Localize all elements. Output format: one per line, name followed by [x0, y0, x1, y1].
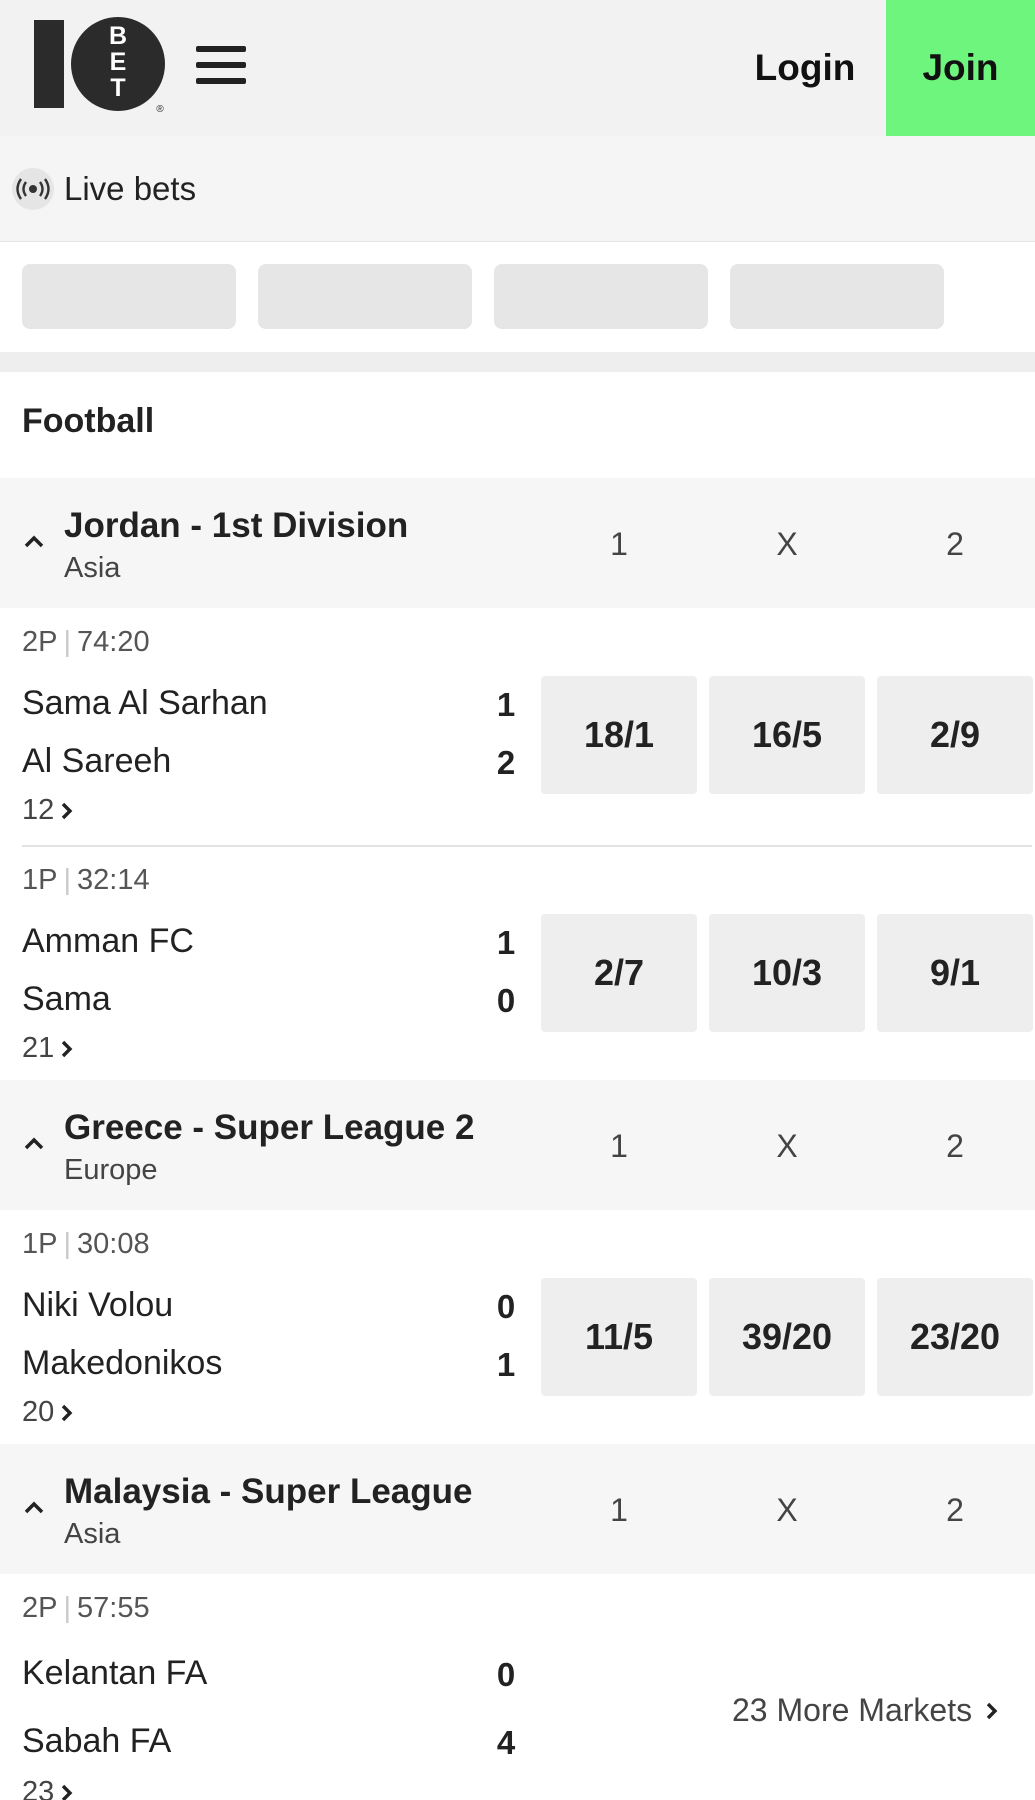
live-bets-label: Live bets: [64, 169, 197, 207]
live-broadcast-icon: [12, 167, 54, 210]
league-region: Asia: [64, 552, 121, 584]
away-score: 4: [496, 1724, 516, 1761]
league-header-greece[interactable]: Greece - Super League 2 Europe 1 X 2: [0, 1080, 1035, 1210]
menu-icon[interactable]: [196, 46, 246, 86]
home-team: Sama Al Sarhan: [22, 684, 268, 722]
column-draw: X: [776, 1128, 798, 1164]
column-away: 2: [946, 1492, 964, 1528]
chevron-up-icon[interactable]: [22, 1132, 46, 1156]
column-draw: X: [776, 1492, 798, 1528]
column-home: 1: [610, 1492, 628, 1528]
league-name: Malaysia - Super League: [64, 1472, 473, 1511]
match-time: 2P | 74:20: [22, 626, 150, 658]
filter-chip-4[interactable]: [730, 264, 944, 329]
odds-away-button[interactable]: 9/1: [877, 914, 1033, 1032]
section-title: Football: [22, 402, 155, 440]
match-time: 1P | 32:14: [22, 864, 150, 896]
home-team: Niki Volou: [22, 1286, 174, 1324]
markets-link[interactable]: 23: [22, 1776, 76, 1800]
live-bets-bar[interactable]: Live bets: [0, 136, 1035, 242]
top-header: B E T ® Login Join: [0, 0, 1035, 136]
markets-link[interactable]: 20: [22, 1396, 76, 1429]
home-team: Kelantan FA: [22, 1654, 208, 1692]
more-markets-link[interactable]: 23 More Markets: [732, 1692, 1002, 1729]
odds-draw-button[interactable]: 39/20: [709, 1278, 865, 1396]
column-away: 2: [946, 526, 964, 562]
join-button[interactable]: Join: [886, 0, 1035, 136]
odds-draw-button[interactable]: 10/3: [709, 914, 865, 1032]
login-button[interactable]: Login: [720, 0, 890, 136]
home-team: Amman FC: [22, 922, 194, 960]
column-home: 1: [610, 526, 628, 562]
away-score: 0: [496, 982, 516, 1019]
column-away: 2: [946, 1128, 964, 1164]
markets-link[interactable]: 12: [22, 794, 76, 827]
away-team: Sabah FA: [22, 1722, 172, 1760]
odds-away-button[interactable]: 2/9: [877, 676, 1033, 794]
league-name: Greece - Super League 2: [64, 1108, 475, 1147]
chevron-up-icon[interactable]: [22, 1496, 46, 1520]
away-team: Al Sareeh: [22, 742, 172, 780]
match-time: 2P | 57:55: [22, 1592, 150, 1624]
odds-away-button[interactable]: 23/20: [877, 1278, 1033, 1396]
league-header-jordan[interactable]: Jordan - 1st Division Asia 1 X 2: [0, 478, 1035, 608]
svg-text:B: B: [109, 22, 127, 50]
league-header-malaysia[interactable]: Malaysia - Super League Asia 1 X 2: [0, 1444, 1035, 1574]
match-row: 2P | 57:55 Kelantan FA Sabah FA 0 4 23 23 …: [0, 1574, 1035, 1800]
filter-chip-3[interactable]: [494, 264, 708, 329]
chevron-right-icon: [62, 802, 73, 819]
league-region: Europe: [64, 1154, 158, 1186]
match-time: 1P | 30:08: [22, 1228, 150, 1260]
match-row: 1P | 30:08 Niki Volou Makedonikos 0 1 20 1…: [0, 1210, 1035, 1445]
chevron-up-icon[interactable]: [22, 530, 46, 554]
odds-home-button[interactable]: 2/7: [541, 914, 697, 1032]
home-score: 0: [496, 1288, 516, 1325]
away-score: 2: [496, 744, 516, 781]
match-row: 2P | 74:20 Sama Al Sarhan Al Sareeh 1 2 12…: [0, 608, 1035, 846]
filter-chip-2[interactable]: [258, 264, 472, 329]
home-score: 0: [496, 1656, 516, 1693]
odds-home-button[interactable]: 18/1: [541, 676, 697, 794]
league-region: Asia: [64, 1518, 121, 1550]
column-home: 1: [610, 1128, 628, 1164]
chevron-right-icon: [62, 1784, 73, 1800]
svg-text:T: T: [110, 74, 125, 102]
filter-chips: [0, 242, 1035, 352]
svg-text:E: E: [110, 48, 127, 76]
filter-chip-1[interactable]: [22, 264, 236, 329]
chevron-right-icon: [62, 1404, 73, 1421]
column-draw: X: [776, 526, 798, 562]
odds-draw-button[interactable]: 16/5: [709, 676, 865, 794]
chevron-right-icon: [62, 1040, 73, 1057]
away-score: 1: [496, 1346, 516, 1383]
chevron-right-icon: [986, 1702, 998, 1719]
markets-link[interactable]: 21: [22, 1032, 76, 1065]
brand-logo[interactable]: B E T ®: [34, 14, 166, 114]
odds-home-button[interactable]: 11/5: [541, 1278, 697, 1396]
match-row: 1P | 32:14 Amman FC Sama 1 0 21 2/7 10/3 9…: [0, 846, 1035, 1078]
away-team: Makedonikos: [22, 1344, 223, 1382]
away-team: Sama: [22, 980, 111, 1018]
section-divider: [0, 352, 1035, 372]
svg-text:®: ®: [156, 104, 164, 114]
league-name: Jordan - 1st Division: [64, 506, 409, 545]
home-score: 1: [496, 686, 516, 723]
home-score: 1: [496, 924, 516, 961]
